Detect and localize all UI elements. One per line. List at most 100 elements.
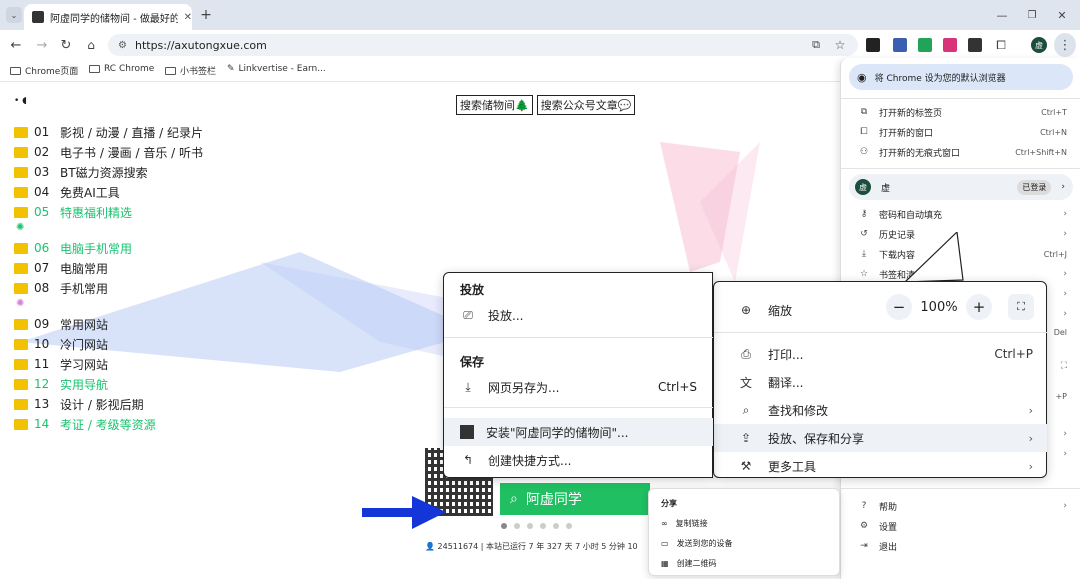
new-tab-item[interactable]: ⧉ 打开新的标签页 Ctrl+T [841, 102, 1080, 122]
restore-icon[interactable]: ❐ [1024, 6, 1040, 24]
profile-item[interactable]: 虚 虚 已登录 › [849, 174, 1073, 200]
carousel-dot[interactable] [566, 523, 572, 529]
bookmark-star-icon[interactable]: ☆ [832, 37, 848, 53]
back-icon[interactable]: ← [8, 36, 24, 54]
fullscreen-icon: ⛶ [1060, 361, 1067, 371]
carousel-dot[interactable] [514, 523, 520, 529]
set-default-browser-button[interactable]: ◉ 将 Chrome 设为您的默认浏览器 [849, 64, 1073, 90]
list-item[interactable]: 06 电脑手机常用 [14, 238, 203, 258]
extension-icon-3[interactable] [918, 38, 932, 52]
item-number: 02 [34, 145, 50, 159]
address-bar[interactable]: ⚙ https://axutongxue.com [108, 34, 858, 56]
bookmark-small-bookmarks[interactable]: 小书签栏 [165, 64, 216, 77]
list-item[interactable]: 02 电子书 / 漫画 / 音乐 / 听书 [14, 142, 203, 162]
close-window-icon[interactable]: ✕ [1054, 6, 1070, 24]
chevron-right-icon: › [1063, 269, 1067, 279]
forward-icon[interactable]: → [34, 36, 50, 54]
send-to-device-item[interactable]: ▭ 发送到您的设备 [649, 533, 839, 553]
new-window-item[interactable]: ⧠ 打开新的窗口 Ctrl+N [841, 122, 1080, 142]
bookmark-rc-chrome[interactable]: RC Chrome [89, 64, 154, 74]
list-item[interactable]: 08 手机常用 [14, 278, 203, 298]
create-qr-item[interactable]: ▦ 创建二维码 [649, 553, 839, 573]
bookmark-chrome-pages[interactable]: Chrome页面 [10, 64, 78, 77]
minimize-icon[interactable]: — [994, 6, 1010, 24]
list-item[interactable]: 14 考证 / 考级等资源 [14, 414, 203, 434]
bookmark-linkvertise[interactable]: ✎ Linkvertise - Earn... [227, 64, 326, 74]
tab-search-icon[interactable]: ⌄ [6, 7, 22, 23]
reload-icon[interactable]: ↻ [58, 36, 74, 54]
menu-label: 更多工具 [768, 459, 817, 474]
settings-item[interactable]: ⚙ 设置 [841, 516, 1080, 536]
passwords-item[interactable]: ⚷ 密码和自动填充 › [841, 204, 1080, 224]
more-tools-item[interactable]: ⚒ 更多工具 › [714, 452, 1047, 480]
extension-icon-4[interactable] [943, 38, 957, 52]
menu-label: 密码和自动填充 [879, 210, 943, 221]
list-item[interactable]: 04 免费AI工具 [14, 182, 203, 202]
print-item[interactable]: ⎙ 打印... Ctrl+P [714, 340, 1047, 368]
list-item[interactable]: 03 BT磁力资源搜索 [14, 162, 203, 182]
cast-item[interactable]: ⎚ 投放... [444, 301, 713, 329]
cast-heading: 投放 [460, 283, 485, 297]
item-label: 设计 / 影视后期 [60, 397, 144, 412]
fullscreen-button[interactable]: ⛶ [1008, 294, 1034, 320]
zoom-out-button[interactable]: − [886, 294, 912, 320]
kebab-menu-icon[interactable]: ⋮ [1054, 33, 1076, 57]
qr-icon: ▦ [661, 558, 669, 568]
incognito-item[interactable]: ⚇ 打开新的无痕式窗口 Ctrl+Shift+N [841, 142, 1080, 162]
list-item[interactable]: 05 特惠福利精选 [14, 202, 203, 222]
bookmark-label: RC Chrome [104, 64, 155, 74]
folder-icon [14, 282, 28, 294]
list-item[interactable]: 13 设计 / 影视后期 [14, 394, 203, 414]
extension-icon-5[interactable] [968, 38, 982, 52]
create-shortcut-item[interactable]: ↰ 创建快捷方式... [444, 446, 713, 474]
list-item[interactable]: 09 常用网站 [14, 314, 203, 334]
carousel-dot[interactable] [501, 523, 507, 529]
find-item[interactable]: ⌕ 查找和修改 › [714, 396, 1047, 424]
translate-icon: 文 [739, 375, 752, 390]
gear-icon: ✺ [16, 298, 25, 309]
home-icon[interactable]: ⌂ [83, 36, 99, 54]
install-app-icon[interactable]: ⧉ [808, 37, 824, 53]
address-url: https://axutongxue.com [134, 38, 267, 52]
extension-icon-1[interactable] [866, 38, 880, 52]
list-item[interactable]: 01 影视 / 动漫 / 直播 / 纪录片 [14, 122, 203, 142]
list-item[interactable]: 10 冷门网站 [14, 334, 203, 354]
tab-close-icon[interactable]: ✕ [184, 12, 192, 23]
item-number: 10 [34, 337, 50, 351]
site-search-button[interactable]: ⌕ 阿虚同学 [500, 483, 650, 515]
shortcut: Ctrl+Shift+N [1015, 147, 1067, 157]
extension-icon-2[interactable] [893, 38, 907, 52]
item-number: 05 [34, 205, 50, 219]
item-label: BT磁力资源搜索 [60, 165, 148, 180]
item-label: 电子书 / 漫画 / 音乐 / 听书 [60, 145, 204, 160]
install-app-item[interactable]: 安装"阿虚同学的储物间"... [444, 418, 713, 446]
new-tab-icon[interactable]: + [198, 6, 214, 24]
translate-item[interactable]: 文 翻译... [714, 368, 1047, 396]
bookmark-label: Chrome页面 [25, 67, 79, 77]
chevron-right-icon: › [1061, 182, 1065, 192]
extensions-puzzle-icon[interactable]: ⧠ [993, 37, 1009, 53]
tab-title: 阿虚同学的储物间 - 做最好的... [49, 13, 178, 25]
save-page-as-item[interactable]: ⤓ 网页另存为... Ctrl+S [444, 373, 713, 401]
folder-icon [14, 126, 28, 138]
help-item[interactable]: ? 帮助 › [841, 496, 1080, 516]
folder-icon [14, 262, 28, 274]
carousel-dot[interactable] [553, 523, 559, 529]
list-item[interactable]: 07 电脑常用 [14, 258, 203, 278]
search-articles-button[interactable]: 搜索公众号文章💬 [536, 95, 636, 115]
linkvertise-icon: ✎ [227, 64, 235, 74]
list-item[interactable]: 12 实用导航 [14, 374, 203, 394]
search-storage-button[interactable]: 搜索储物间🌲 [456, 95, 533, 115]
profile-avatar[interactable]: 虚 [1031, 37, 1047, 53]
cast-save-share-item[interactable]: ⇪ 投放、保存和分享 › [714, 424, 1047, 452]
exit-item[interactable]: ⇥ 退出 [841, 536, 1080, 556]
menu-label: 帮助 [879, 502, 898, 513]
list-item[interactable]: 11 学习网站 [14, 354, 203, 374]
tab-active[interactable]: 阿虚同学的储物间 - 做最好的... ✕ [24, 4, 192, 30]
carousel-dot[interactable] [527, 523, 533, 529]
site-info-icon[interactable]: ⚙ [118, 40, 127, 51]
menu-label: 创建快捷方式... [488, 453, 572, 468]
zoom-in-button[interactable]: + [966, 294, 992, 320]
copy-link-item[interactable]: ∞ 复制链接 [649, 513, 839, 533]
carousel-dot[interactable] [540, 523, 546, 529]
